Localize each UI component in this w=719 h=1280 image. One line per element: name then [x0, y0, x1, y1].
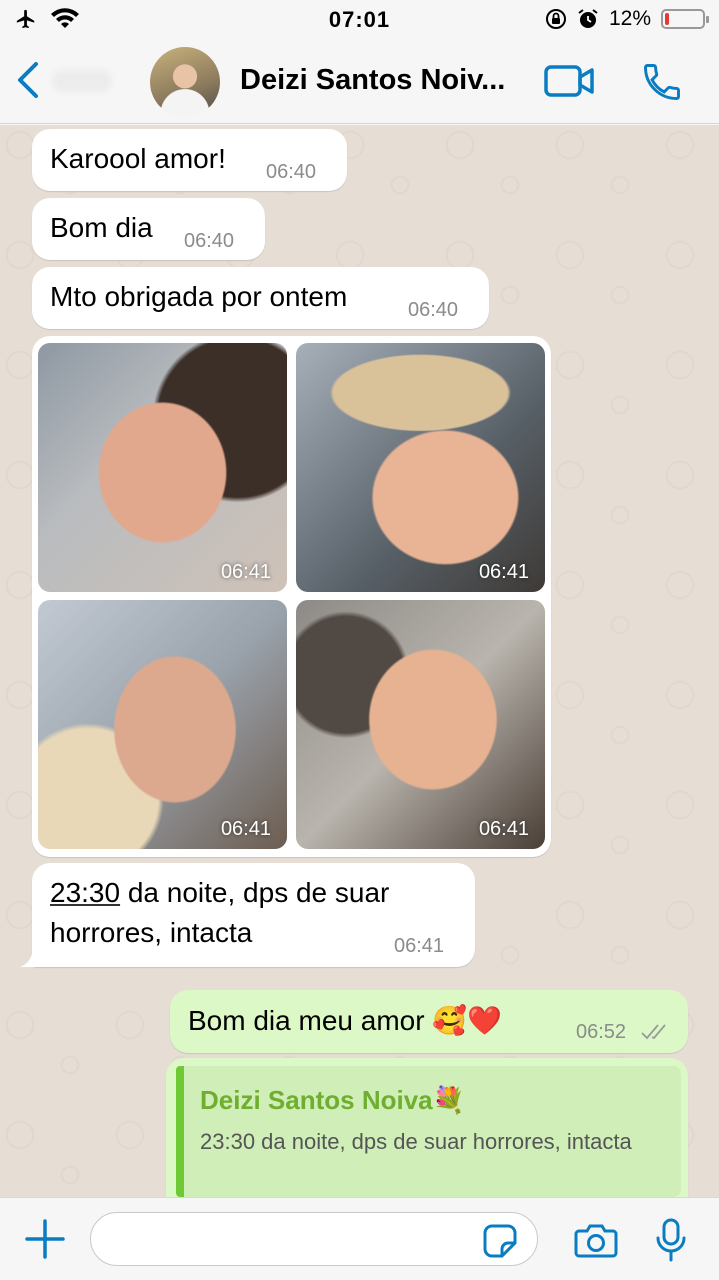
- avatar[interactable]: [150, 47, 220, 117]
- message-text: Bom dia meu amor 🥰❤️: [188, 1005, 503, 1036]
- message-text: Karoool amor!: [50, 143, 226, 174]
- quoted-author: Deizi Santos Noiva💐: [200, 1085, 465, 1115]
- message-input[interactable]: [90, 1212, 538, 1266]
- photo-time: 06:41: [478, 818, 529, 840]
- photo-album-bubble[interactable]: 06:41 06:41 06:41 06:41: [32, 336, 551, 857]
- photo-time: 06:41: [478, 561, 529, 583]
- message-time: 06:41: [394, 935, 445, 957]
- message-time: 06:40: [408, 299, 459, 321]
- bubble-tail: [20, 945, 44, 967]
- camera-icon[interactable]: [574, 1222, 618, 1258]
- message-text: 23:30 da noite, dps de suar: [50, 877, 389, 909]
- photo[interactable]: 06:41: [38, 600, 287, 849]
- input-bar: [0, 1197, 719, 1280]
- chat-header: Deizi Santos Noiv...: [0, 40, 719, 124]
- message-bubble[interactable]: Mto obrigada por ontem 06:40: [32, 267, 489, 329]
- message-bubble[interactable]: Bom dia 06:40: [32, 198, 265, 260]
- message-text-line2: horrores, intacta: [50, 917, 253, 948]
- sticker-icon[interactable]: [482, 1223, 518, 1259]
- message-time: 06:40: [184, 230, 235, 252]
- chat-area[interactable]: Karoool amor! 06:40 Bom dia 06:40 Mto ob…: [0, 125, 719, 1197]
- outgoing-message-bubble[interactable]: Bom dia meu amor 🥰❤️ 06:52: [170, 990, 688, 1053]
- phone-icon[interactable]: [640, 60, 684, 104]
- photo[interactable]: 06:41: [296, 343, 545, 592]
- rotation-lock-icon: [545, 9, 566, 29]
- battery-level: [665, 13, 669, 25]
- back-chevron-icon[interactable]: [14, 60, 42, 100]
- unread-count-blurred[interactable]: [52, 70, 112, 92]
- photo[interactable]: 06:41: [38, 343, 287, 592]
- battery-icon: [661, 9, 709, 29]
- message-bubble[interactable]: Karoool amor! 06:40: [32, 129, 347, 191]
- status-right: 12%: [545, 7, 709, 31]
- time-link[interactable]: 23:30: [50, 877, 120, 908]
- message-text: Mto obrigada por ontem: [50, 281, 348, 312]
- microphone-icon[interactable]: [655, 1218, 687, 1262]
- message-time: 06:40: [266, 161, 317, 183]
- photo[interactable]: 06:41: [296, 600, 545, 849]
- video-call-icon[interactable]: [544, 64, 596, 98]
- quoted-text: 23:30 da noite, dps de suar horrores, in…: [200, 1129, 632, 1154]
- message-text-rest: da noite, dps de suar: [120, 877, 390, 908]
- message-text: Bom dia: [50, 212, 153, 243]
- status-bar: 07:01 12%: [0, 0, 719, 40]
- alarm-icon: [578, 9, 598, 28]
- photo-time: 06:41: [220, 818, 271, 840]
- plus-icon[interactable]: [24, 1218, 66, 1260]
- photo-time: 06:41: [220, 561, 271, 583]
- battery-percent: 12%: [608, 7, 651, 30]
- read-ticks-icon: [641, 1024, 666, 1040]
- message-bubble[interactable]: 23:30 da noite, dps de suar horrores, in…: [32, 863, 475, 967]
- quote-bar: [176, 1066, 184, 1197]
- message-time: 06:52: [576, 1021, 627, 1043]
- contact-name[interactable]: Deizi Santos Noiv...: [240, 64, 525, 97]
